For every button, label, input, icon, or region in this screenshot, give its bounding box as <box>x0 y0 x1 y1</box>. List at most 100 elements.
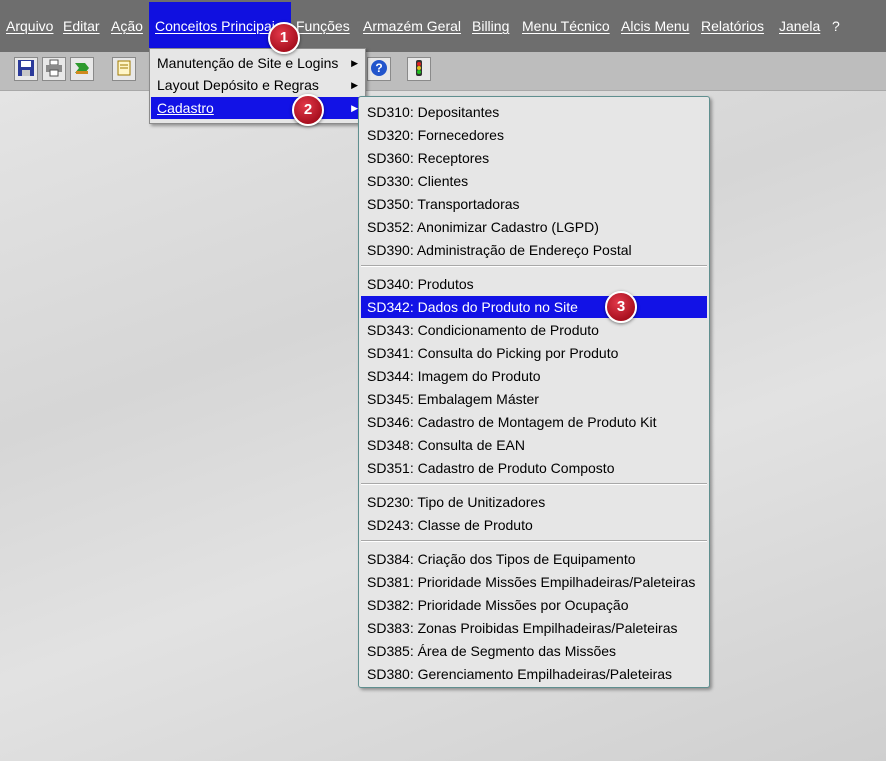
menu-item-label: : Cadastro de Montagem de Produto Kit <box>409 414 657 430</box>
menu-item-code: SD330 <box>367 173 410 189</box>
menu-item-sd351[interactable]: SD351: Cadastro de Produto Composto <box>361 457 707 479</box>
chevron-right-icon: ▶ <box>351 58 358 68</box>
menu-item-label: : Criação dos Tipos de Equipamento <box>409 551 636 567</box>
green-arrow-icon <box>73 59 91 80</box>
menu-item-label: : Receptores <box>409 150 490 166</box>
menu-item-sd344[interactable]: SD344: Imagem do Produto <box>361 365 707 387</box>
menu-item-sd330[interactable]: SD330: Clientes <box>361 170 707 192</box>
menu-item-sd243[interactable]: SD243: Classe de Produto <box>361 514 707 536</box>
menu-item-sd380[interactable]: SD380: Gerenciamento Empilhadeiras/Palet… <box>361 663 707 685</box>
menu-janela[interactable]: Janela <box>779 18 820 34</box>
menu-item-sd360[interactable]: SD360: Receptores <box>361 147 707 169</box>
menu-arquivo[interactable]: Arquivo <box>6 18 53 34</box>
menu-item-code: SD383 <box>367 620 410 636</box>
chevron-right-icon: ▶ <box>351 80 358 90</box>
submenu-item-cadastro[interactable]: Cadastro ▶ <box>151 97 364 119</box>
conceitos-principais-submenu: Manutenção de Site e Logins ▶ Layout Dep… <box>149 48 366 124</box>
menu-conceitos-principais[interactable]: Conceitos Principais <box>155 18 282 34</box>
menu-item-code: SD384 <box>367 551 410 567</box>
menu-item-code: SD352 <box>367 219 410 235</box>
menu-item-label: : Anonimizar Cadastro (LGPD) <box>409 219 599 235</box>
menu-item-sd310[interactable]: SD310: Depositantes <box>361 101 707 123</box>
menu-item-sd385[interactable]: SD385: Área de Segmento das Missões <box>361 640 707 662</box>
traffic-light-icon <box>410 59 428 80</box>
menu-funcoes[interactable]: Funções <box>296 18 350 34</box>
menu-item-code: SD380 <box>367 666 410 682</box>
menu-menu-tecnico[interactable]: Menu Técnico <box>522 18 610 34</box>
menu-item-code: SD230 <box>367 494 410 510</box>
menu-item-sd340[interactable]: SD340: Produtos <box>361 273 707 295</box>
menu-item-label: : Produtos <box>409 276 474 292</box>
menu-item-sd230[interactable]: SD230: Tipo de Unitizadores <box>361 491 707 513</box>
document-button[interactable] <box>112 57 136 81</box>
step-badge-1: 1 <box>268 22 300 54</box>
menu-item-sd390[interactable]: SD390: Administração de Endereço Postal <box>361 239 707 261</box>
menu-item-label: : Prioridade Missões por Ocupação <box>409 597 629 613</box>
action-button[interactable] <box>70 57 94 81</box>
menu-item-code: SD343 <box>367 322 410 338</box>
step-badge-2: 2 <box>292 94 324 126</box>
menu-item-code: SD351 <box>367 460 410 476</box>
menu-item-code: SD310 <box>367 104 410 120</box>
menu-item-label: : Condicionamento de Produto <box>409 322 599 338</box>
print-button[interactable] <box>42 57 66 81</box>
submenu-item-manutencao[interactable]: Manutenção de Site e Logins ▶ <box>151 52 364 74</box>
menu-item-label: : Embalagem Máster <box>409 391 539 407</box>
menu-item-sd382[interactable]: SD382: Prioridade Missões por Ocupação <box>361 594 707 616</box>
menu-item-label: : Consulta do Picking por Produto <box>409 345 619 361</box>
menu-item-code: SD320 <box>367 127 410 143</box>
menu-item-sd348[interactable]: SD348: Consulta de EAN <box>361 434 707 456</box>
menu-item-label: : Administração de Endereço Postal <box>409 242 632 258</box>
menu-item-sd346[interactable]: SD346: Cadastro de Montagem de Produto K… <box>361 411 707 433</box>
menu-item-code: SD382 <box>367 597 410 613</box>
submenu-item-layout-deposito[interactable]: Layout Depósito e Regras ▶ <box>151 74 364 96</box>
menu-separator <box>361 483 707 485</box>
menu-separator <box>361 265 707 267</box>
menu-item-code: SD340 <box>367 276 410 292</box>
menu-item-sd352[interactable]: SD352: Anonimizar Cadastro (LGPD) <box>361 216 707 238</box>
menu-alcis-menu[interactable]: Alcis Menu <box>621 18 689 34</box>
menu-item-code: SD390 <box>367 242 410 258</box>
menu-item-label: : Fornecedores <box>409 127 504 143</box>
chevron-right-icon: ▶ <box>351 103 358 113</box>
menu-item-label: : Prioridade Missões Empilhadeiras/Palet… <box>409 574 696 590</box>
submenu-item-label: Manutenção de Site e Logins <box>157 55 339 71</box>
help-icon: ? <box>370 59 388 80</box>
menu-bar: Arquivo Editar Ação Conceitos Principais… <box>0 0 886 52</box>
menu-item-label: : Clientes <box>409 173 469 189</box>
menu-item-sd384[interactable]: SD384: Criação dos Tipos de Equipamento <box>361 548 707 570</box>
menu-item-code: SD350 <box>367 196 410 212</box>
toolbar: ? <box>0 52 886 91</box>
menu-item-label: : Zonas Proibidas Empilhadeiras/Paleteir… <box>409 620 678 636</box>
menu-item-sd345[interactable]: SD345: Embalagem Máster <box>361 388 707 410</box>
status-button[interactable] <box>407 57 431 81</box>
menu-relatorios[interactable]: Relatórios <box>701 18 764 34</box>
submenu-item-label: Layout Depósito e Regras <box>157 77 319 93</box>
menu-billing[interactable]: Billing <box>472 18 509 34</box>
menu-item-code: SD344 <box>367 368 410 384</box>
menu-item-code: SD243 <box>367 517 410 533</box>
save-button[interactable] <box>14 57 38 81</box>
help-button[interactable]: ? <box>367 57 391 81</box>
menu-armazem-geral[interactable]: Armazém Geral <box>363 18 461 34</box>
menu-item-sd381[interactable]: SD381: Prioridade Missões Empilhadeiras/… <box>361 571 707 593</box>
document-icon <box>115 59 133 80</box>
menu-item-sd383[interactable]: SD383: Zonas Proibidas Empilhadeiras/Pal… <box>361 617 707 639</box>
step-badge-3: 3 <box>605 291 637 323</box>
print-icon <box>45 59 63 80</box>
menu-acao[interactable]: Ação <box>111 18 143 34</box>
menu-item-label: : Imagem do Produto <box>409 368 541 384</box>
submenu-item-label: Cadastro <box>157 100 214 116</box>
menu-item-sd341[interactable]: SD341: Consulta do Picking por Produto <box>361 342 707 364</box>
menu-item-sd342[interactable]: SD342: Dados do Produto no Site <box>361 296 707 318</box>
menu-editar[interactable]: Editar <box>63 18 100 34</box>
save-icon <box>17 59 35 80</box>
menu-help[interactable]: ? <box>832 18 840 34</box>
svg-text:?: ? <box>375 61 382 75</box>
menu-item-sd350[interactable]: SD350: Transportadoras <box>361 193 707 215</box>
menu-item-label: : Classe de Produto <box>409 517 533 533</box>
menu-item-sd320[interactable]: SD320: Fornecedores <box>361 124 707 146</box>
menu-item-code: SD360 <box>367 150 410 166</box>
menu-item-code: SD341 <box>367 345 410 361</box>
menu-item-sd343[interactable]: SD343: Condicionamento de Produto <box>361 319 707 341</box>
